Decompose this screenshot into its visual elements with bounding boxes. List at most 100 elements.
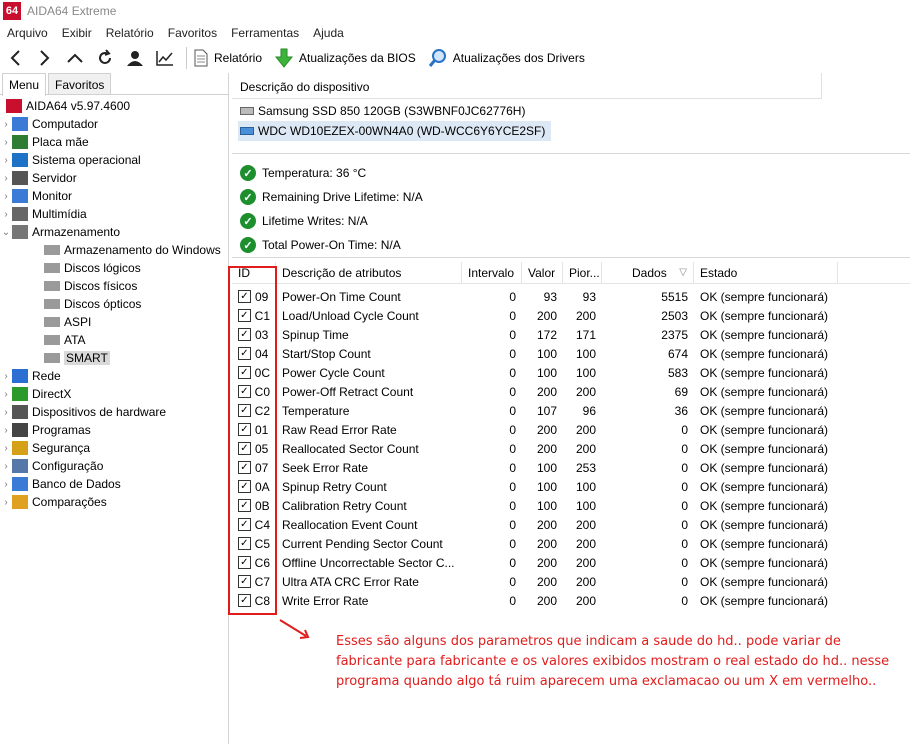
device-item-ssd[interactable]: Samsung SSD 850 120GB (S3WBNF0JC62776H) bbox=[238, 101, 551, 121]
chevron-right-icon[interactable]: › bbox=[0, 367, 12, 385]
tree-item-seguran-a[interactable]: › Segurança bbox=[0, 439, 228, 457]
chevron-right-icon[interactable]: › bbox=[0, 403, 12, 421]
col-header-value[interactable]: Valor bbox=[522, 261, 563, 284]
table-row[interactable]: ✓ C8 Write Error Rate 0 200 200 0 OK (sempre fu… bbox=[232, 591, 910, 610]
col-header-worst[interactable]: Pior... bbox=[563, 261, 602, 284]
motherboard-icon bbox=[12, 135, 28, 149]
chevron-right-icon[interactable]: › bbox=[0, 385, 12, 403]
left-tabs: Menu Favoritos bbox=[0, 73, 228, 96]
tree-subitem-smart[interactable]: SMART bbox=[0, 349, 228, 367]
cell-description: Offline Uncorrectable Sector C... bbox=[282, 555, 455, 570]
tree-subitem-discos-pticos[interactable]: Discos ópticos bbox=[0, 295, 228, 313]
table-row[interactable]: ✓ C2 Temperature 0 107 96 36 OK (sempre funcion… bbox=[232, 401, 910, 420]
tree-item-servidor[interactable]: › Servidor bbox=[0, 169, 228, 187]
col-header-description[interactable]: Descrição de atributos bbox=[276, 261, 462, 284]
up-button[interactable] bbox=[60, 44, 90, 72]
menu-arquivo[interactable]: Arquivo bbox=[0, 26, 55, 40]
table-row[interactable]: ✓ 03 Spinup Time 0 172 171 2375 OK (sempre func… bbox=[232, 325, 910, 344]
tree-root[interactable]: AIDA64 v5.97.4600 bbox=[0, 97, 228, 115]
user-button[interactable] bbox=[120, 44, 150, 72]
tree-item-armazenamento[interactable]: ⌄ Armazenamento bbox=[0, 223, 228, 241]
tab-favoritos[interactable]: Favoritos bbox=[48, 73, 112, 94]
tree-item-configura-o[interactable]: › Configuração bbox=[0, 457, 228, 475]
tree-item-directx[interactable]: › DirectX bbox=[0, 385, 228, 403]
cell-state: OK (sempre funcionará) bbox=[700, 365, 829, 380]
table-row[interactable]: ✓ 04 Start/Stop Count 0 100 100 674 OK (sempre … bbox=[232, 344, 910, 363]
refresh-button[interactable] bbox=[90, 44, 120, 72]
drivers-update-button[interactable]: Atualizações dos Drivers bbox=[428, 44, 585, 72]
chevron-right-icon[interactable]: › bbox=[0, 457, 12, 475]
cell-interval: 0 bbox=[509, 327, 516, 342]
tree-item-banco-de-dados[interactable]: › Banco de Dados bbox=[0, 475, 228, 493]
table-row[interactable]: ✓ C7 Ultra ATA CRC Error Rate 0 200 200 0 OK (s… bbox=[232, 572, 910, 591]
table-row[interactable]: ✓ C1 Load/Unload Cycle Count 0 200 200 2503 OK … bbox=[232, 306, 910, 325]
chevron-right-icon[interactable]: › bbox=[0, 187, 12, 205]
chart-button[interactable] bbox=[150, 44, 180, 72]
tree-item-computador[interactable]: › Computador bbox=[0, 115, 228, 133]
col-header-state[interactable]: Estado bbox=[694, 261, 838, 284]
table-row[interactable]: ✓ 0B Calibration Retry Count 0 100 100 0 OK (se… bbox=[232, 496, 910, 515]
forward-button[interactable] bbox=[30, 44, 60, 72]
tree-item-multim-dia[interactable]: › Multimídia bbox=[0, 205, 228, 223]
tree-item-programas[interactable]: › Programas bbox=[0, 421, 228, 439]
table-row[interactable]: ✓ C4 Reallocation Event Count 0 200 200 0 OK (s… bbox=[232, 515, 910, 534]
tree-subitem-armazenamento-do-windows[interactable]: Armazenamento do Windows bbox=[0, 241, 228, 259]
programs-icon bbox=[12, 423, 28, 437]
tree-subitem-aspi[interactable]: ASPI bbox=[0, 313, 228, 331]
chevron-right-icon[interactable]: › bbox=[0, 493, 12, 511]
cell-worst: 96 bbox=[582, 403, 596, 418]
tree-subitem-discos-l-gicos[interactable]: Discos lógicos bbox=[0, 259, 228, 277]
cell-value: 100 bbox=[536, 346, 557, 361]
cell-state: OK (sempre funcionará) bbox=[700, 346, 829, 361]
chevron-right-icon[interactable]: › bbox=[0, 169, 12, 187]
bios-update-button[interactable]: Atualizações da BIOS bbox=[274, 44, 416, 72]
status-remaining-lifetime-label: Remaining Drive Lifetime: N/A bbox=[262, 190, 423, 204]
status-temperature: ✓ Temperatura: 36 °C bbox=[240, 161, 423, 185]
menu-relatorio[interactable]: Relatório bbox=[99, 26, 161, 40]
device-column-header[interactable]: Descrição do dispositivo bbox=[232, 73, 822, 99]
check-circle-icon: ✓ bbox=[240, 165, 256, 181]
navigation-tree: AIDA64 v5.97.4600 › Computador › Placa mãe ›… bbox=[0, 95, 228, 511]
chevron-down-icon[interactable]: ⌄ bbox=[0, 223, 12, 241]
tree-subitem-label: SMART bbox=[64, 351, 110, 365]
report-button[interactable]: Relatório bbox=[193, 44, 262, 72]
menu-exibir[interactable]: Exibir bbox=[55, 26, 99, 40]
table-row[interactable]: ✓ C6 Offline Uncorrectable Sector C... 0 200… bbox=[232, 553, 910, 572]
menu-ajuda[interactable]: Ajuda bbox=[306, 26, 351, 40]
chevron-right-icon[interactable]: › bbox=[0, 115, 12, 133]
table-row[interactable]: ✓ 09 Power-On Time Count 0 93 93 5515 OK (sempr… bbox=[232, 287, 910, 306]
tree-subitem-discos-f-sicos[interactable]: Discos físicos bbox=[0, 277, 228, 295]
tab-menu[interactable]: Menu bbox=[2, 73, 47, 96]
tree-item-rede[interactable]: › Rede bbox=[0, 367, 228, 385]
table-row[interactable]: ✓ 07 Seek Error Rate 0 100 253 0 OK (sempre fun… bbox=[232, 458, 910, 477]
tree-item-label: Configuração bbox=[32, 459, 104, 473]
menu-ferramentas[interactable]: Ferramentas bbox=[224, 26, 306, 40]
tree-item-dispositivos-de-hardware[interactable]: › Dispositivos de hardware bbox=[0, 403, 228, 421]
table-row[interactable]: ✓ 01 Raw Read Error Rate 0 200 200 0 OK (sempre… bbox=[232, 420, 910, 439]
col-header-data[interactable]: Dados ▽ bbox=[602, 261, 694, 284]
tree-subitem-ata[interactable]: ATA bbox=[0, 331, 228, 349]
chevron-right-icon[interactable]: › bbox=[0, 439, 12, 457]
col-header-interval[interactable]: Intervalo bbox=[462, 261, 522, 284]
aida64-icon bbox=[6, 99, 22, 113]
chevron-right-icon[interactable]: › bbox=[0, 133, 12, 151]
tree-item-compara-es[interactable]: › Comparações bbox=[0, 493, 228, 511]
table-row[interactable]: ✓ C5 Current Pending Sector Count 0 200 200 0 O… bbox=[232, 534, 910, 553]
table-row[interactable]: ✓ 0C Power Cycle Count 0 100 100 583 OK (sempre… bbox=[232, 363, 910, 382]
chevron-right-icon[interactable]: › bbox=[0, 205, 12, 223]
check-circle-icon: ✓ bbox=[240, 213, 256, 229]
back-button[interactable] bbox=[0, 44, 30, 72]
table-row[interactable]: ✓ 05 Reallocated Sector Count 0 200 200 0 OK (s… bbox=[232, 439, 910, 458]
table-row[interactable]: ✓ 0A Spinup Retry Count 0 100 100 0 OK (sempre … bbox=[232, 477, 910, 496]
chevron-right-icon[interactable]: › bbox=[0, 475, 12, 493]
chevron-right-icon[interactable]: › bbox=[0, 421, 12, 439]
table-row[interactable]: ✓ C0 Power-Off Retract Count 0 200 200 69 OK (s… bbox=[232, 382, 910, 401]
menu-favoritos[interactable]: Favoritos bbox=[161, 26, 224, 40]
tree-item-sistema-operacional[interactable]: › Sistema operacional bbox=[0, 151, 228, 169]
tree-item-label: Rede bbox=[32, 369, 61, 383]
tree-item-placa-m-e[interactable]: › Placa mãe bbox=[0, 133, 228, 151]
tree-item-monitor[interactable]: › Monitor bbox=[0, 187, 228, 205]
device-item-hdd[interactable]: WDC WD10EZEX-00WN4A0 (WD-WCC6Y6YCE2SF) bbox=[238, 121, 552, 141]
chevron-right-icon[interactable]: › bbox=[0, 151, 12, 169]
tree-item-label: Armazenamento bbox=[32, 225, 121, 239]
